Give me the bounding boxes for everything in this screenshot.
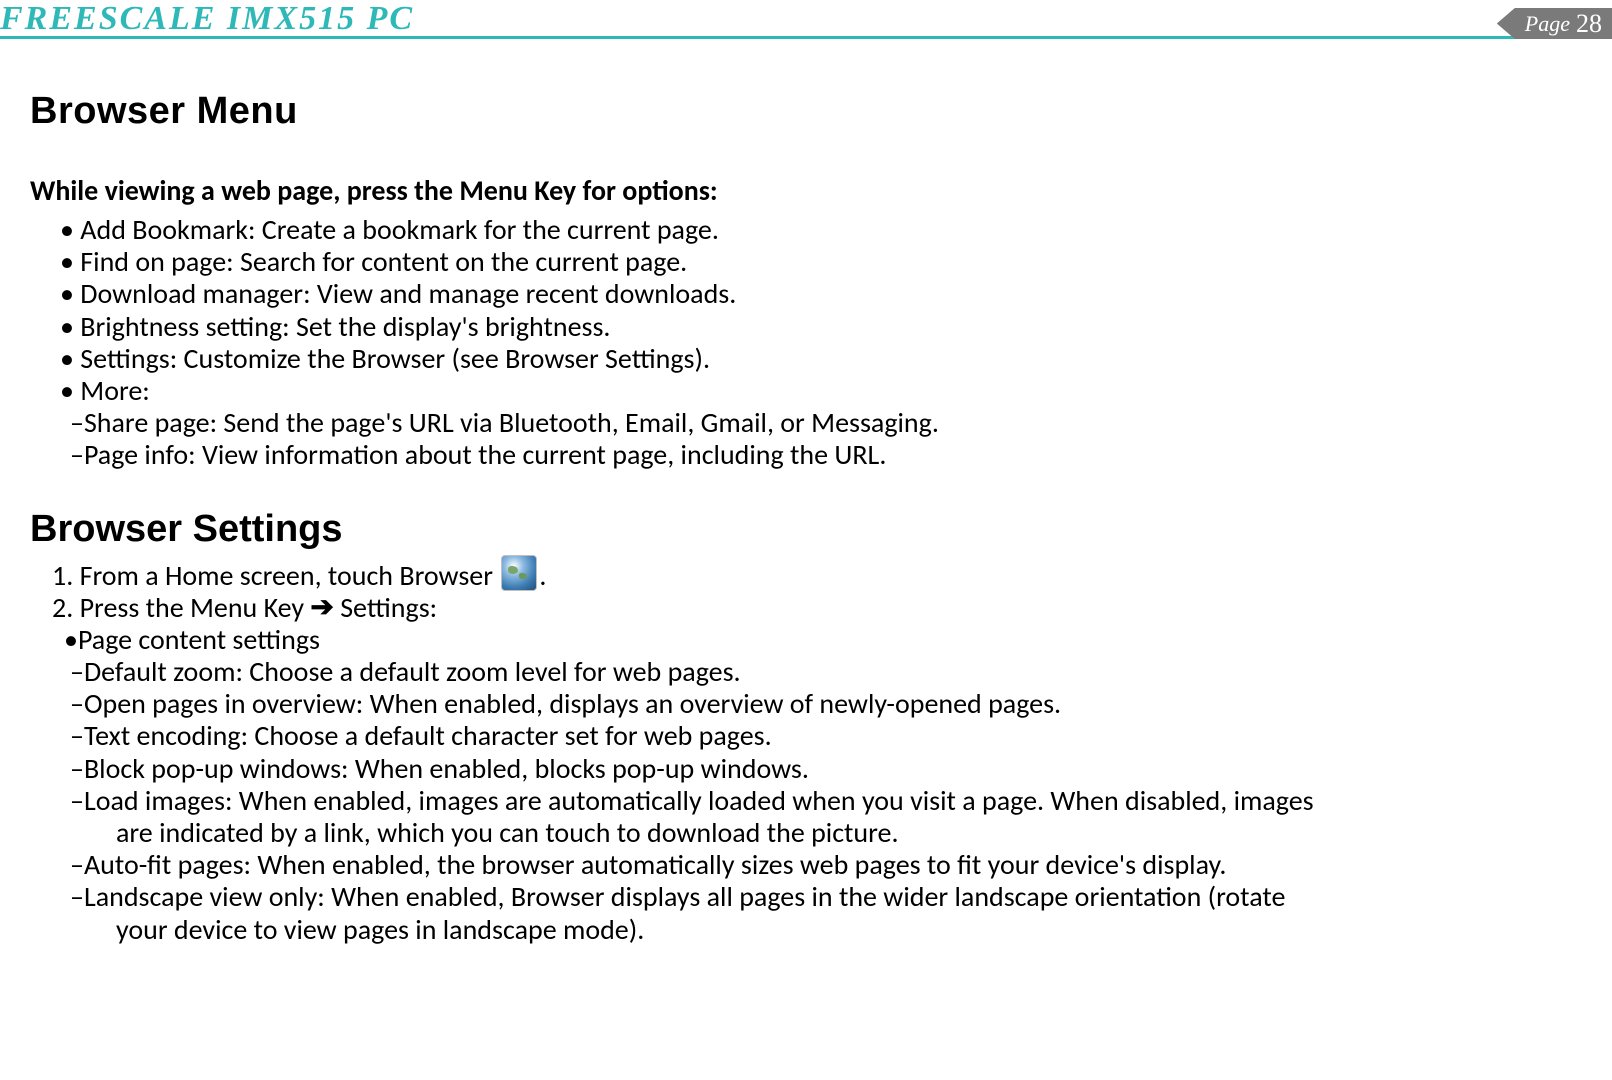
list-item: 1. From a Home screen, touch Browser . <box>52 555 1582 592</box>
list-item: –Open pages in overview: When enabled, d… <box>30 688 1582 720</box>
page-content-settings-list: –Default zoom: Choose a default zoom lev… <box>30 656 1582 946</box>
step-2-text-pre: 2. Press the Menu Key <box>52 590 310 625</box>
list-item: –Landscape view only: When enabled, Brow… <box>30 881 1582 913</box>
list-item: • More: <box>60 375 1582 407</box>
list-item-continuation: your device to view pages in landscape m… <box>30 914 1582 946</box>
settings-steps: 1. From a Home screen, touch Browser . 2… <box>30 555 1582 624</box>
list-item: • Add Bookmark: Create a bookmark for th… <box>60 214 1582 246</box>
list-item: –Share page: Send the page's URL via Blu… <box>70 407 1582 439</box>
list-item: • Brightness setting: Set the display's … <box>60 311 1582 343</box>
list-item: 2. Press the Menu Key ➔ Settings: <box>52 592 1582 624</box>
document-page: FREESCALE IMX515 PC Page 28 Browser Menu… <box>0 0 1612 1080</box>
section-heading-browser-menu: Browser Menu <box>30 90 1582 133</box>
list-item: –Load images: When enabled, images are a… <box>30 785 1582 817</box>
list-item: –Default zoom: Choose a default zoom lev… <box>30 656 1582 688</box>
list-item: • Settings: Customize the Browser (see B… <box>60 343 1582 375</box>
list-item: • Download manager: View and manage rece… <box>60 278 1582 310</box>
browser-menu-more-sublist: –Share page: Send the page's URL via Blu… <box>30 407 1582 471</box>
header-rule <box>0 36 1612 39</box>
browser-globe-icon <box>501 555 537 591</box>
section-heading-browser-settings: Browser Settings <box>30 508 1582 551</box>
page-header: FREESCALE IMX515 PC Page 28 <box>0 0 1612 40</box>
list-item-continuation: are indicated by a link, which you can t… <box>30 817 1582 849</box>
list-item: –Page info: View information about the c… <box>70 439 1582 471</box>
page-number-badge: Page 28 <box>1497 8 1612 39</box>
browser-menu-lead: While viewing a web page, press the Menu… <box>30 173 1582 208</box>
list-item: –Text encoding: Choose a default charact… <box>30 720 1582 752</box>
step-1-text-pre: 1. From a Home screen, touch Browser <box>52 558 493 593</box>
step-1-text-post: . <box>539 558 546 593</box>
page-number: 28 <box>1576 9 1602 39</box>
page-label: Page <box>1525 11 1570 37</box>
list-item: • Find on page: Search for content on th… <box>60 246 1582 278</box>
arrow-right-icon: ➔ <box>310 591 333 623</box>
list-item: –Auto-fit pages: When enabled, the brows… <box>30 849 1582 881</box>
list-item: –Block pop-up windows: When enabled, blo… <box>30 753 1582 785</box>
step-2-text-post: Settings: <box>334 590 437 625</box>
page-content: Browser Menu While viewing a web page, p… <box>0 40 1612 946</box>
browser-menu-list: • Add Bookmark: Create a bookmark for th… <box>30 214 1582 407</box>
page-content-settings-head: •Page content settings <box>30 624 1582 656</box>
document-title: FREESCALE IMX515 PC <box>0 0 414 38</box>
